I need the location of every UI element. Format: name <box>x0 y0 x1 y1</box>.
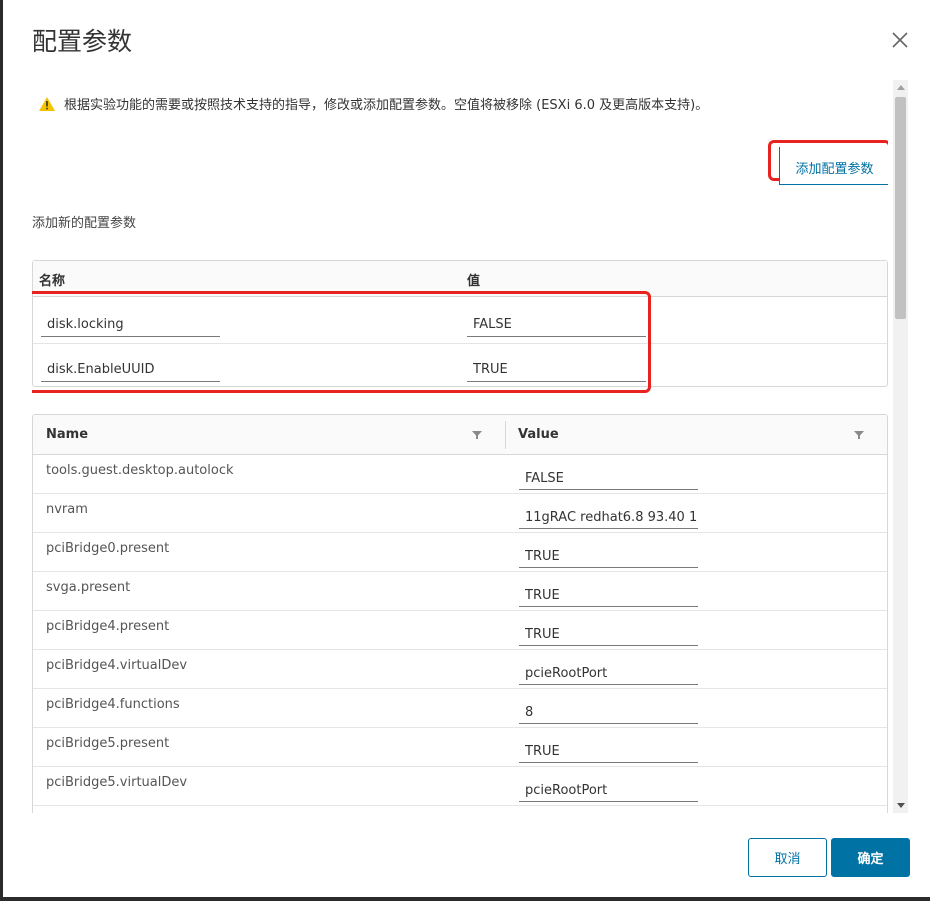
new-param-name-input[interactable] <box>41 350 220 382</box>
window-edge <box>0 897 930 901</box>
table-row: tools.guest.desktop.autolock <box>33 455 887 494</box>
param-value-input[interactable] <box>519 694 698 724</box>
add-config-param-button[interactable]: 添加配置参数 <box>779 147 888 185</box>
param-value-input[interactable] <box>519 499 698 529</box>
header-value: 值 <box>467 274 481 289</box>
column-name-header[interactable]: Name <box>46 415 88 454</box>
param-name: pciBridge4.functions <box>46 697 180 712</box>
param-value-input[interactable] <box>519 733 698 763</box>
warning-text: 根据实验功能的需要或按照技术支持的指导，修改或添加配置参数。空值将被移除 (ES… <box>64 98 709 113</box>
table-row: svga.present <box>33 572 887 611</box>
close-icon[interactable] <box>888 28 912 52</box>
param-value-input[interactable] <box>519 772 698 802</box>
scroll-up-icon[interactable] <box>893 80 908 95</box>
new-param-value-input[interactable] <box>467 305 646 337</box>
param-name: pciBridge5.present <box>46 736 170 751</box>
table-row: pciBridge4.virtualDev <box>33 650 887 689</box>
column-divider[interactable] <box>505 421 506 449</box>
param-name: pciBridge4.present <box>46 619 170 634</box>
annotation-highlight-add: 添加配置参数 <box>768 140 888 185</box>
table-row: pciBridge4.present <box>33 611 887 650</box>
param-value-input[interactable] <box>519 577 698 607</box>
param-name: tools.guest.desktop.autolock <box>46 463 234 478</box>
dialog-content: 根据实验功能的需要或按照技术支持的指导，修改或添加配置参数。空值将被移除 (ES… <box>32 80 888 813</box>
column-value-header[interactable]: Value <box>518 415 559 454</box>
param-value-input[interactable] <box>519 616 698 646</box>
header-name: 名称 <box>39 274 66 289</box>
filter-icon[interactable] <box>853 429 865 441</box>
window-edge <box>0 0 3 901</box>
new-params-header: 名称 值 <box>33 261 887 297</box>
config-params-grid: Name Value tools.guest.desktop.autolock … <box>32 414 888 813</box>
new-param-name-input[interactable] <box>41 305 220 337</box>
param-value-input[interactable] <box>519 655 698 685</box>
param-value-input[interactable] <box>519 538 698 568</box>
table-row: pciBridge5.virtualDev <box>33 767 887 806</box>
cancel-button[interactable]: 取消 <box>748 838 827 877</box>
param-name: pciBridge5.virtualDev <box>46 775 188 790</box>
scrollbar-thumb[interactable] <box>895 97 906 319</box>
param-name: pciBridge0.present <box>46 541 170 556</box>
warning-icon <box>39 96 55 111</box>
new-params-label: 添加新的配置参数 <box>32 216 137 231</box>
ok-button[interactable]: 确定 <box>831 838 910 877</box>
new-params-table: 名称 值 <box>32 260 888 387</box>
param-value-input[interactable] <box>519 460 698 490</box>
table-row: pciBridge5.present <box>33 728 887 767</box>
scroll-down-icon[interactable] <box>893 798 908 813</box>
param-name: nvram <box>46 502 88 517</box>
table-row: pciBridge0.present <box>33 533 887 572</box>
grid-body: tools.guest.desktop.autolock nvram pciBr… <box>33 455 887 813</box>
grid-header: Name Value <box>33 415 887 455</box>
vertical-scrollbar[interactable] <box>893 80 908 813</box>
table-row: pciBridge4.functions <box>33 689 887 728</box>
table-row <box>33 806 887 813</box>
new-param-row <box>33 343 887 388</box>
warning-message: 根据实验功能的需要或按照技术支持的指导，修改或添加配置参数。空值将被移除 (ES… <box>38 94 708 113</box>
param-name: pciBridge4.virtualDev <box>46 658 188 673</box>
dialog-title: 配置参数 <box>32 27 133 56</box>
new-param-row <box>33 298 887 343</box>
new-param-value-input[interactable] <box>467 350 646 382</box>
param-name: svga.present <box>46 580 131 595</box>
table-row: nvram <box>33 494 887 533</box>
filter-icon[interactable] <box>471 429 483 441</box>
